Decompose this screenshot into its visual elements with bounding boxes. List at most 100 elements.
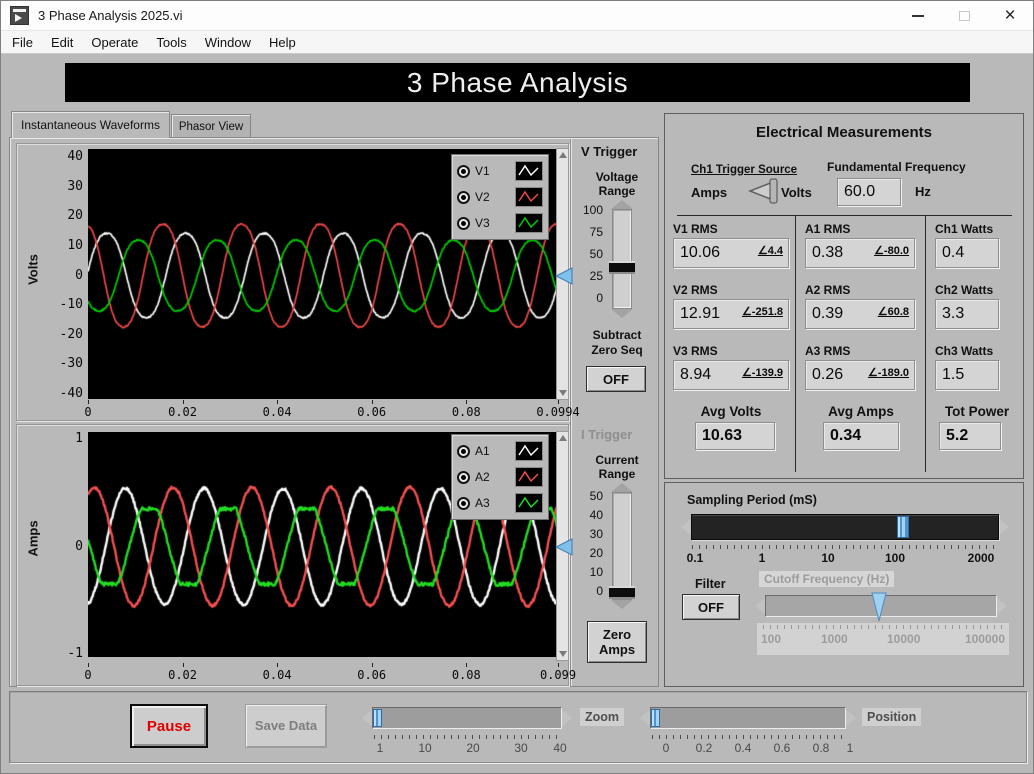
menu-window[interactable]: Window — [196, 35, 260, 50]
divider — [925, 215, 926, 472]
scroll-up-icon[interactable] — [558, 152, 567, 158]
slider-right-arrow[interactable] — [846, 710, 856, 726]
slider-down-arrow[interactable] — [611, 309, 633, 318]
slider-left-arrow[interactable] — [362, 710, 372, 726]
zoom-handle[interactable] — [373, 709, 382, 727]
tot-power-label: Tot Power — [944, 404, 1010, 419]
legend-line-sample[interactable] — [515, 161, 543, 181]
rms-angle: ∠-251.8 — [741, 305, 783, 318]
slider-track[interactable] — [372, 707, 562, 729]
rms-angle: ∠60.8 — [877, 305, 909, 318]
zero-amps-button[interactable]: Zero Amps — [587, 621, 647, 663]
slider-track[interactable] — [650, 707, 846, 729]
trigger-level-pointer[interactable] — [554, 266, 573, 290]
position-handle[interactable] — [651, 709, 660, 727]
filter-button[interactable]: OFF — [682, 594, 740, 620]
current-range-slider[interactable] — [609, 483, 635, 609]
trigger-source-switch[interactable] — [743, 178, 779, 209]
plot-visible-radio[interactable] — [457, 444, 470, 458]
x-tick-label: 0.08 — [451, 668, 481, 682]
legend-line-sample[interactable] — [515, 493, 543, 513]
scale-tick-label: 1 — [376, 741, 384, 755]
sampling-period-slider[interactable] — [681, 513, 1009, 541]
legend-line-sample[interactable] — [515, 441, 543, 461]
scale-tick-label: 10000 — [887, 632, 921, 646]
legend-item[interactable]: A2 — [457, 464, 543, 490]
slider-right-arrow[interactable] — [997, 598, 1007, 614]
legend-item[interactable]: V1 — [457, 158, 543, 184]
waveforms-tab-panel: Volts 40 30 20 10 0 -10 -20 -30 -40 0 0.02 0.04 0.0… — [9, 137, 659, 687]
tab-instantaneous-waveforms[interactable]: Instantaneous Waveforms — [11, 111, 170, 138]
voltage-range-handle[interactable] — [609, 261, 635, 274]
sampling-period-handle[interactable] — [897, 516, 909, 538]
slider-right-arrow[interactable] — [562, 710, 572, 726]
plot-visible-radio[interactable] — [457, 190, 470, 204]
scroll-down-icon[interactable] — [558, 651, 567, 657]
fundamental-frequency-value[interactable]: 60.0 — [837, 178, 901, 206]
slider-down-arrow[interactable] — [611, 600, 633, 609]
legend-item[interactable]: A1 — [457, 438, 543, 464]
slider-track[interactable] — [765, 592, 997, 622]
pause-button[interactable]: Pause — [130, 704, 208, 748]
plot-visible-radio[interactable] — [457, 216, 470, 230]
v2-rms-label: V2 RMS — [673, 283, 718, 297]
menu-bar: File Edit Operate Tools Window Help — [1, 31, 1033, 54]
menu-file[interactable]: File — [3, 35, 42, 50]
position-slider[interactable] — [640, 705, 856, 731]
slider-up-arrow[interactable] — [611, 483, 633, 492]
v3-rms-value: 8.94 ∠-139.9 — [673, 360, 789, 390]
legend-item[interactable]: V2 — [457, 184, 543, 210]
legend-line-sample[interactable] — [515, 213, 543, 233]
menu-edit[interactable]: Edit — [42, 35, 82, 50]
cutoff-frequency-slider[interactable] — [755, 592, 1007, 622]
x-tick-mark — [558, 663, 559, 667]
ch1-trigger-source-label: Ch1 Trigger Source — [691, 164, 798, 176]
rms-magnitude: 8.94 — [680, 366, 712, 383]
current-range-scale: 50 40 30 20 10 0 — [577, 489, 605, 599]
menu-operate[interactable]: Operate — [82, 35, 147, 50]
slider-track[interactable] — [609, 492, 635, 600]
measurements-title: Electrical Measurements — [756, 124, 932, 141]
a2-rms-value: 0.39 ∠60.8 — [805, 299, 915, 329]
legend-item[interactable]: A3 — [457, 490, 543, 516]
legend-line-sample[interactable] — [515, 467, 543, 487]
tab-phasor-view[interactable]: Phasor View — [171, 114, 251, 138]
x-tick-label: 0.04 — [262, 405, 292, 419]
slider-track[interactable] — [609, 209, 635, 309]
v-trigger-title: V Trigger — [581, 144, 638, 159]
trigger-level-pointer[interactable] — [554, 537, 573, 561]
legend-line-sample[interactable] — [515, 187, 543, 207]
voltage-range-slider[interactable] — [609, 200, 635, 318]
current-range-handle[interactable] — [609, 586, 635, 599]
plot-visible-radio[interactable] — [457, 164, 470, 178]
menu-tools[interactable]: Tools — [147, 35, 195, 50]
zoom-slider[interactable] — [362, 705, 572, 731]
slider-up-arrow[interactable] — [611, 200, 633, 209]
legend-item[interactable]: V3 — [457, 210, 543, 236]
save-data-button[interactable]: Save Data — [245, 704, 327, 748]
scroll-up-icon[interactable] — [558, 435, 567, 441]
subtract-zero-seq-button[interactable]: OFF — [586, 366, 646, 392]
slider-track[interactable] — [691, 514, 999, 540]
scale-tick-label: 1 — [758, 551, 766, 565]
minimize-button[interactable] — [895, 1, 941, 30]
menu-help[interactable]: Help — [260, 35, 305, 50]
app-window: 3 Phase Analysis 2025.vi × File Edit Ope… — [0, 0, 1034, 774]
scale-tick-label: 10 — [821, 551, 835, 565]
scale-tick-label: 20 — [589, 546, 603, 560]
scroll-down-icon[interactable] — [558, 390, 567, 396]
y-tick-label: 1 — [75, 431, 83, 446]
slider-right-arrow[interactable] — [999, 519, 1009, 535]
slider-left-arrow[interactable] — [681, 519, 691, 535]
rms-angle: ∠-139.9 — [741, 366, 783, 379]
plot-visible-radio[interactable] — [457, 496, 470, 510]
x-tick-mark — [466, 400, 468, 404]
slider-left-arrow[interactable] — [755, 598, 765, 614]
cutoff-frequency-pointer[interactable] — [871, 592, 887, 627]
volts-column: V1 RMS 10.06 ∠4.4 V2 RMS 12.91 ∠-251.8 V… — [671, 215, 791, 475]
scale-tick-label: 10 — [418, 741, 432, 755]
slider-left-arrow[interactable] — [640, 710, 650, 726]
maximize-button[interactable] — [941, 1, 987, 30]
close-button[interactable]: × — [987, 1, 1033, 30]
plot-visible-radio[interactable] — [457, 470, 470, 484]
